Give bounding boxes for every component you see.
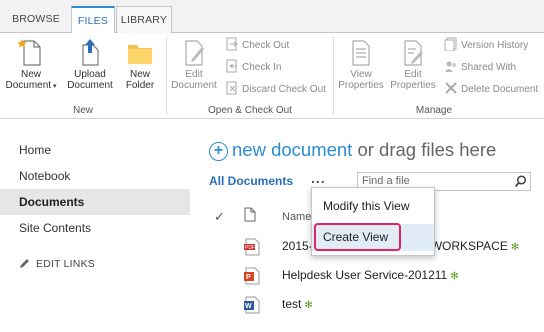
new-document-link[interactable]: new document	[232, 139, 352, 160]
discard-check-out-button[interactable]: Discard Check Out	[225, 81, 326, 99]
svg-text:P: P	[246, 274, 251, 281]
group-label-open-check-out: Open & Check Out	[208, 105, 292, 116]
annotation-highlight-box	[314, 223, 401, 251]
powerpoint-file-icon: P	[244, 267, 260, 285]
tab-library[interactable]: LIBRARY	[116, 6, 172, 33]
shared-with-button[interactable]: Shared With	[444, 59, 516, 77]
view-properties-button[interactable]: View Properties	[336, 37, 386, 91]
pencil-icon	[20, 259, 29, 268]
new-item-icon: ✻	[304, 300, 313, 311]
new-item-icon: ✻	[450, 271, 459, 282]
shared-with-icon	[445, 61, 456, 72]
ribbon-group-new: New Document ▾ Upload Document New Folde…	[0, 33, 166, 119]
nav-item-home[interactable]: Home	[0, 137, 190, 163]
new-item-icon: ✻	[510, 242, 520, 253]
version-history-icon	[444, 37, 457, 51]
check-out-button[interactable]: Check Out	[225, 37, 289, 55]
group-label-manage: Manage	[415, 105, 453, 116]
ribbon-group-open-check-out: Edit Document Check Out Check In Discard…	[167, 33, 333, 119]
add-circle-icon[interactable]: +	[209, 142, 228, 161]
delete-document-button[interactable]: Delete Document	[444, 81, 538, 99]
svg-text:PDF: PDF	[245, 245, 255, 251]
version-history-button[interactable]: Version History	[444, 37, 528, 55]
view-properties-icon	[352, 40, 370, 66]
check-in-icon	[226, 59, 237, 73]
search-icon[interactable]	[514, 175, 527, 188]
edit-links-label: EDIT LINKS	[36, 258, 95, 270]
tab-files[interactable]: FILES	[71, 6, 115, 34]
table-row[interactable]: W test ✻	[240, 294, 540, 316]
check-in-button[interactable]: Check In	[225, 59, 281, 77]
edit-properties-button[interactable]: Edit Properties	[388, 37, 438, 91]
new-document-prompt: + new document or drag files here	[209, 139, 496, 161]
edit-document-button[interactable]: Edit Document	[169, 37, 219, 91]
word-file-icon: W	[244, 296, 260, 314]
nav-item-notebook[interactable]: Notebook	[0, 163, 190, 189]
select-all-checkmark[interactable]: ✓	[214, 209, 225, 225]
pdf-file-icon: PDF	[244, 238, 260, 256]
file-name-link[interactable]: test ✻	[282, 297, 313, 311]
ribbon: New Document ▾ Upload Document New Folde…	[0, 33, 544, 119]
view-all-documents[interactable]: All Documents	[209, 174, 293, 188]
edit-properties-icon	[404, 40, 423, 66]
drag-files-text: or drag files here	[352, 139, 497, 160]
discard-check-out-icon	[226, 81, 237, 95]
table-row[interactable]: P Helpdesk User Service-201211 ✻	[240, 265, 540, 287]
nav-item-site-contents[interactable]: Site Contents	[0, 215, 190, 241]
group-label-new: New	[72, 105, 93, 116]
document-type-header-icon	[244, 207, 256, 222]
column-header-name[interactable]: Name	[282, 211, 311, 223]
ribbon-tab-bar: BROWSE FILES LIBRARY	[0, 0, 544, 34]
more-views-button[interactable]: ...	[311, 170, 326, 186]
tab-browse[interactable]: BROWSE	[8, 6, 64, 33]
delete-icon	[445, 82, 457, 94]
search-placeholder: Find a file	[362, 175, 410, 187]
svg-text:W: W	[245, 303, 252, 310]
ribbon-group-manage: View Properties Edit Properties Version …	[334, 33, 544, 119]
upload-icon	[82, 39, 99, 66]
file-name-link[interactable]: Helpdesk User Service-201211 ✻	[282, 268, 459, 282]
edit-links-button[interactable]: EDIT LINKS	[19, 258, 95, 270]
upload-document-button[interactable]: Upload Document	[66, 37, 114, 91]
menu-item-modify-view[interactable]: Modify this View	[312, 193, 434, 220]
folder-icon	[128, 45, 152, 64]
new-document-icon	[17, 39, 41, 66]
check-out-icon	[226, 37, 238, 51]
edit-document-icon	[185, 40, 204, 66]
new-folder-button[interactable]: New Folder	[118, 37, 162, 91]
nav-item-documents[interactable]: Documents	[0, 189, 190, 215]
new-document-button[interactable]: New Document ▾	[4, 37, 58, 92]
